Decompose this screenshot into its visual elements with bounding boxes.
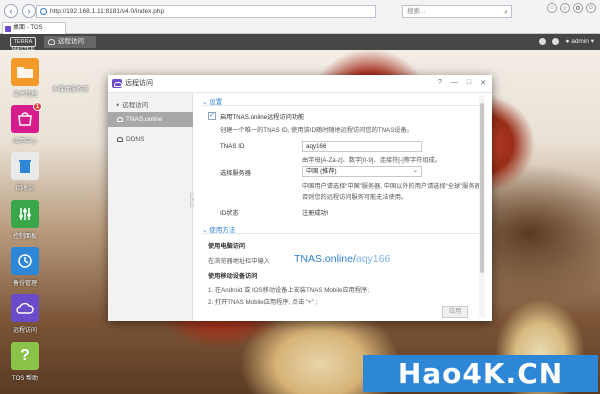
tnas-id-input[interactable]: aqy166: [302, 141, 422, 152]
desktop-icon-file-manager[interactable]: 文件管理: [5, 58, 45, 102]
desktop-icon-label: 回收站: [15, 186, 34, 192]
cloud-icon: [117, 137, 123, 142]
taskbar-item-label: 远程访问: [58, 38, 84, 45]
enable-description: 创建一个唯一的TNAS ID, 使用该ID随时随地远程访问您的TNAS设备。: [220, 127, 413, 134]
link-id: aqy166: [355, 253, 391, 265]
scroll-thumb[interactable]: [480, 103, 484, 273]
user-menu[interactable]: ● admin ▾: [565, 37, 594, 45]
divider: [202, 233, 482, 234]
enable-checkbox[interactable]: ✓: [208, 112, 216, 120]
tos-logo[interactable]: TERRA MASTER: [10, 37, 36, 53]
search-icon[interactable]: ⌕: [504, 7, 508, 18]
apply-button[interactable]: 应用: [442, 306, 468, 318]
globe-icon: [40, 8, 47, 15]
id-status-label: ID状态: [220, 210, 239, 217]
username: admin: [571, 38, 589, 45]
server-label: 选择服务器: [220, 170, 251, 177]
sliders-icon: [11, 200, 39, 228]
desktop-icon-label: 文件管理: [12, 92, 37, 98]
chevron-down-icon: ⌄: [412, 168, 418, 174]
server-hint-2: 否则您的远程访问服务可能无法使用。: [302, 194, 408, 201]
cloud-icon: [48, 39, 55, 45]
divider: [202, 105, 482, 106]
tnas-id-label: TNAS ID: [220, 143, 245, 150]
server-select[interactable]: 中国 (推荐) ⌄: [302, 166, 422, 177]
taskbar-right: ● admin ▾: [539, 37, 594, 45]
gear-icon[interactable]: [552, 37, 560, 45]
browser-search-input[interactable]: 搜索... ⌕: [402, 5, 512, 18]
settings-icon[interactable]: ⚙: [573, 3, 583, 13]
tnas-id-hint: 由字母[A-Za-z]、数字[0-9]、连接符[-]等字符组成。: [302, 157, 441, 164]
clock-icon: [11, 247, 39, 275]
window-title: 远程访问: [125, 80, 153, 87]
browser-tab[interactable]: 桌面 - TOS: [2, 22, 66, 34]
address-bar[interactable]: http://192.168.1.11:8181/v4.0/index.php: [36, 5, 376, 18]
remote-access-window: 远程访问 ? — □ ✕ 远程访问 TNAS.online DDNS ‹ 设置 …: [108, 75, 492, 321]
desktop-icon-control-panel[interactable]: 控制面板: [5, 200, 45, 244]
desktop-icon-label: 应用中心: [12, 139, 37, 145]
browser-window-controls: ⌂ ☆ ⚙ ☺: [547, 3, 596, 13]
server-hint: 中国用户请选择“中国”服务器, 中国以外的用户请选择“全球”服务器。: [302, 183, 487, 190]
tnas-online-link[interactable]: TNAS.online/aqy166: [294, 253, 390, 265]
desktop-icon-label: TOS 帮助: [12, 376, 38, 382]
desktop-icon-label: 备份管理: [12, 281, 37, 287]
minimize-button[interactable]: —: [451, 79, 458, 87]
notification-badge: 1: [33, 102, 42, 111]
window-titlebar[interactable]: 远程访问 ? — □ ✕: [108, 75, 492, 93]
help-button[interactable]: ?: [438, 79, 442, 87]
usage-pc-title: 使用电脑访问: [208, 243, 246, 250]
window-controls: ? — □ ✕: [438, 79, 486, 87]
back-icon[interactable]: ‹: [4, 4, 18, 18]
notification-icon[interactable]: [539, 37, 547, 45]
desktop-icon-label: 控制面板: [12, 234, 37, 240]
sidebar-item-label: TNAS.online: [126, 116, 163, 123]
usage-mobile-step-2: 2. 打开TNAS Mobile应用程序, 点击 “+” ;: [208, 299, 318, 306]
desktop-icon-label: 远程访问: [12, 328, 37, 334]
cloud-icon: [11, 294, 39, 322]
usage-mobile-step-1: 1. 在Android 或 IOS移动设备上安装TNAS Mobile应用程序;: [208, 287, 369, 294]
desktop-icon-remote-access[interactable]: 远程访问: [5, 294, 45, 338]
tab-row: 桌面 - TOS: [0, 22, 600, 34]
tab-title: 桌面 - TOS: [13, 25, 43, 31]
cloud-icon: [117, 117, 123, 122]
sidebar-item-label: DDNS: [126, 136, 145, 143]
search-placeholder: 搜索...: [407, 8, 426, 15]
trash-icon: [11, 152, 39, 180]
usage-mobile-title: 使用移动设备访问: [208, 273, 258, 280]
tos-taskbar: TERRA MASTER 远程访问 ● admin ▾: [0, 34, 600, 53]
enable-label: 启用TNAS.online远程访问功能: [220, 114, 305, 121]
help-icon: ?: [11, 342, 39, 370]
watermark-banner: Hao4K.CN: [363, 355, 598, 392]
address-row: ‹ › http://192.168.1.11:8181/v4.0/index.…: [0, 0, 600, 22]
favorites-icon[interactable]: ☆: [560, 3, 570, 13]
sidebar-group-title[interactable]: 远程访问: [116, 99, 148, 109]
window-sidebar: 远程访问 TNAS.online DDNS: [108, 93, 193, 321]
url-text: http://192.168.1.11:8181/v4.0/index.php: [50, 8, 165, 15]
server-selected-value: 中国 (推荐): [306, 168, 337, 175]
taskbar-item-remote-access[interactable]: 远程访问: [44, 36, 96, 48]
desktop-icon-app-center[interactable]: 1 应用中心: [5, 102, 45, 149]
id-status-value: 注册成功!: [302, 210, 329, 217]
close-button[interactable]: ✕: [480, 79, 486, 87]
sidebar-item-tnas-online[interactable]: TNAS.online: [108, 112, 193, 127]
tab-favicon-icon: [5, 26, 11, 32]
bag-icon: 1: [11, 102, 42, 133]
usage-pc-description: 在浏览器地址栏中输入: [208, 258, 270, 265]
link-prefix: TNAS.online/: [294, 253, 356, 265]
cloud-icon: [112, 79, 122, 88]
home-icon[interactable]: ⌂: [547, 3, 557, 13]
scrollbar[interactable]: [479, 95, 485, 317]
forward-icon[interactable]: ›: [22, 4, 36, 18]
sidebar-item-ddns[interactable]: DDNS: [108, 132, 193, 147]
folder-icon: [11, 58, 39, 86]
desktop-icon-label: 多媒体服务器: [51, 87, 88, 93]
desktop-icon-recycle-bin[interactable]: 回收站: [5, 152, 45, 196]
desktop-icon-help[interactable]: ? TOS 帮助: [5, 342, 45, 386]
settings-panel: 设置 ✓ 启用TNAS.online远程访问功能 创建一个唯一的TNAS ID,…: [194, 93, 492, 321]
desktop-icon-backup[interactable]: 备份管理: [5, 247, 45, 291]
desktop-icon-media-server[interactable]: 多媒体服务器: [48, 59, 92, 105]
browser-chrome: ‹ › http://192.168.1.11:8181/v4.0/index.…: [0, 0, 600, 34]
smiley-icon[interactable]: ☺: [586, 3, 596, 13]
maximize-button[interactable]: □: [467, 79, 471, 87]
